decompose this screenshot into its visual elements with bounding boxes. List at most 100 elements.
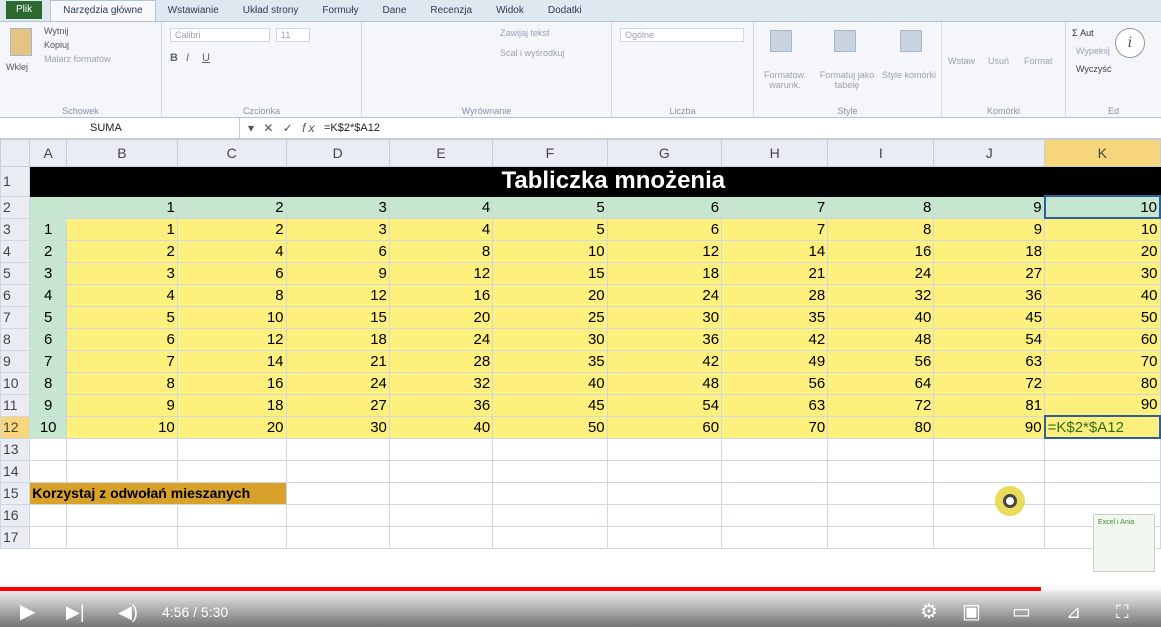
empty-cell[interactable] <box>176 437 287 461</box>
empty-cell[interactable] <box>66 459 178 483</box>
paste-icon[interactable] <box>10 28 32 56</box>
product-cell[interactable]: 32 <box>827 283 935 307</box>
product-cell[interactable]: 30 <box>1044 261 1161 285</box>
header-cell[interactable]: 3 <box>285 195 390 219</box>
number-format-field[interactable]: Ogólne <box>620 28 744 42</box>
product-cell[interactable]: 48 <box>827 327 935 351</box>
product-cell[interactable]: 28 <box>388 349 494 373</box>
column-header[interactable]: D <box>285 139 390 167</box>
product-cell[interactable]: 50 <box>1044 305 1161 329</box>
tab-6[interactable]: Recenzja <box>418 1 484 21</box>
column-header[interactable]: F <box>492 139 608 167</box>
empty-cell[interactable] <box>827 459 935 483</box>
empty-cell[interactable] <box>285 437 390 461</box>
video-progress-bar[interactable] <box>0 587 1161 591</box>
product-cell[interactable]: 10 <box>176 305 287 329</box>
empty-cell[interactable] <box>388 503 494 527</box>
column-header[interactable]: E <box>388 139 494 167</box>
product-cell[interactable]: 72 <box>933 371 1046 395</box>
product-cell[interactable]: 24 <box>606 283 723 307</box>
tab-2[interactable]: Wstawianie <box>156 1 231 21</box>
column-header[interactable]: I <box>827 139 935 167</box>
multiplier-cell[interactable]: 1 <box>29 217 68 241</box>
product-cell[interactable]: 7 <box>721 217 829 241</box>
product-cell[interactable]: 70 <box>1044 349 1161 373</box>
product-cell[interactable]: 20 <box>492 283 608 307</box>
tab-5[interactable]: Dane <box>370 1 418 21</box>
product-cell[interactable]: 6 <box>285 239 390 263</box>
product-cell[interactable]: 54 <box>933 327 1046 351</box>
row-header[interactable]: 11 <box>0 393 31 417</box>
conditional-format-button[interactable]: Formatow. warunk. <box>758 70 812 90</box>
product-cell[interactable]: 42 <box>721 327 829 351</box>
empty-cell[interactable] <box>388 459 494 483</box>
tab-8[interactable]: Dodatki <box>536 1 594 21</box>
wrap-text-button[interactable]: Zawijaj tekst <box>500 28 550 38</box>
product-cell[interactable]: 12 <box>285 283 390 307</box>
row-header[interactable]: 8 <box>0 327 31 351</box>
product-cell[interactable]: 2 <box>176 217 287 241</box>
font-name-field[interactable]: Calibri <box>170 28 270 42</box>
empty-cell[interactable] <box>721 481 829 505</box>
empty-cell[interactable] <box>29 437 68 461</box>
empty-cell[interactable] <box>285 459 390 483</box>
cell-grid[interactable]: A B C D E F G H I J K 1 Tabliczka mnożenia 2 1 2 3 4 5 6 7 8 9… <box>0 139 1161 549</box>
multiplier-cell[interactable]: 10 <box>29 415 68 439</box>
product-cell[interactable]: 27 <box>933 261 1046 285</box>
empty-cell[interactable] <box>1044 459 1161 483</box>
product-cell[interactable]: 63 <box>933 349 1046 373</box>
next-icon[interactable]: ▶| <box>66 597 85 627</box>
multiplier-cell[interactable]: 2 <box>29 239 68 263</box>
conditional-format-icon[interactable] <box>770 30 792 52</box>
tab-0[interactable]: Plik <box>6 1 43 19</box>
product-cell[interactable]: 30 <box>492 327 608 351</box>
product-cell[interactable]: 35 <box>721 305 829 329</box>
row-header[interactable]: 12 <box>0 415 31 439</box>
volume-icon[interactable]: ◀) <box>118 597 138 627</box>
active-cell-editor[interactable]: =K$2*$A12 <box>1043 415 1161 439</box>
play-icon[interactable]: ▶ <box>20 597 35 627</box>
product-cell[interactable]: 15 <box>285 305 390 329</box>
autosum-button[interactable]: Σ Aut <box>1072 28 1094 38</box>
empty-cell[interactable] <box>721 437 829 461</box>
product-cell[interactable]: 10 <box>66 415 178 439</box>
product-cell[interactable]: 4 <box>176 239 287 263</box>
product-cell[interactable]: 81 <box>933 393 1046 417</box>
product-cell[interactable]: 18 <box>285 327 390 351</box>
formula-input[interactable]: =K$2*$A12 <box>324 118 380 138</box>
empty-cell[interactable] <box>827 503 935 527</box>
title-cell[interactable] <box>29 166 68 197</box>
empty-cell[interactable] <box>66 437 178 461</box>
empty-cell[interactable] <box>285 503 390 527</box>
empty-cell[interactable] <box>606 503 723 527</box>
product-cell[interactable]: 35 <box>492 349 608 373</box>
empty-cell[interactable] <box>176 525 287 549</box>
font-size-field[interactable]: 11 <box>276 28 310 42</box>
empty-cell[interactable] <box>721 503 829 527</box>
column-header[interactable]: B <box>66 139 178 167</box>
note-cell[interactable]: Korzystaj z odwołań mieszanych <box>29 481 287 505</box>
product-cell[interactable]: 40 <box>1044 283 1161 307</box>
empty-cell[interactable] <box>285 525 390 549</box>
row-header[interactable]: 2 <box>0 195 31 219</box>
header-cell[interactable]: 4 <box>388 195 494 219</box>
empty-cell[interactable] <box>933 459 1046 483</box>
cell-styles-icon[interactable] <box>900 30 922 52</box>
column-header[interactable]: K <box>1044 139 1161 167</box>
header-cell[interactable]: 6 <box>606 195 723 219</box>
product-cell[interactable]: 60 <box>606 415 723 439</box>
empty-cell[interactable] <box>1044 437 1161 461</box>
format-table-button[interactable]: Formatuj jako tabelę <box>816 70 878 90</box>
empty-cell[interactable] <box>492 481 608 505</box>
column-header[interactable]: J <box>933 139 1046 167</box>
row-header[interactable]: 1 <box>0 166 31 197</box>
tab-1[interactable]: Narzędzia główne <box>50 0 156 21</box>
cut-button[interactable]: Wytnij <box>44 26 68 36</box>
multiplier-cell[interactable]: 4 <box>29 283 68 307</box>
header-cell[interactable]: 7 <box>721 195 829 219</box>
product-cell[interactable]: 14 <box>721 239 829 263</box>
sheet-title[interactable]: Tabliczka mnożenia <box>66 166 1161 197</box>
product-cell[interactable]: 90 <box>1044 393 1161 417</box>
empty-cell[interactable] <box>606 437 723 461</box>
product-cell[interactable]: 10 <box>1044 217 1161 241</box>
